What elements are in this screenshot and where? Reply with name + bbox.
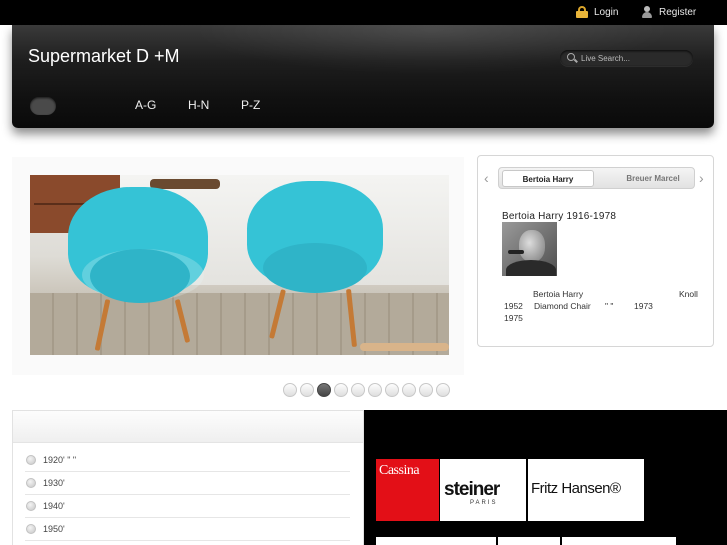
circle-icon [26, 455, 36, 465]
brand-logo-partial[interactable] [562, 537, 676, 545]
info-product: Diamond Chair [534, 301, 591, 311]
circle-icon [26, 524, 36, 534]
slider-dot[interactable] [317, 383, 331, 397]
list-item[interactable]: 1930' [25, 472, 350, 495]
brand-name: Fritz Hansen® [531, 480, 621, 497]
brand-logo-partial[interactable] [376, 537, 496, 545]
info-year: 1952 [504, 301, 523, 311]
top-bar: Login Register [0, 0, 727, 25]
slide-image[interactable] [30, 175, 449, 355]
slider-dot[interactable] [334, 383, 348, 397]
tab-breuer-marcel[interactable]: Breuer Marcel [613, 170, 693, 187]
era-list-panel: 1920' " " 1930' 1940' 1950' [12, 410, 364, 545]
chevron-left-icon[interactable]: ‹ [484, 170, 489, 186]
designer-portrait [502, 222, 557, 276]
designer-tabs: Bertoia Harry Breuer Marcel [498, 167, 695, 189]
chair-graphic [245, 181, 395, 351]
image-slider [12, 157, 464, 375]
era-label: 1940' [43, 501, 65, 511]
tab-bertoia-harry[interactable]: Bertoia Harry [502, 170, 594, 187]
era-label: 1930' [43, 478, 65, 488]
live-search[interactable] [560, 50, 693, 66]
login-label: Login [594, 6, 619, 18]
slider-pagination [283, 383, 450, 397]
chevron-right-icon[interactable]: › [699, 170, 704, 186]
slider-dot[interactable] [385, 383, 399, 397]
info-year: 1973 [634, 301, 653, 311]
slider-dot[interactable] [368, 383, 382, 397]
brand-logo-partial[interactable] [498, 537, 560, 545]
info-company: Knoll [679, 289, 698, 299]
info-year: 1975 [504, 313, 523, 323]
user-icon [641, 6, 653, 18]
chair-graphic [60, 187, 210, 355]
designer-panel: ‹ › Bertoia Harry Breuer Marcel Bertoia … [477, 155, 714, 347]
brand-logo-cassina[interactable]: Cassina [376, 459, 439, 521]
nav-item-a-g[interactable]: A-G [135, 98, 156, 112]
register-link[interactable]: Register [641, 6, 696, 18]
list-item[interactable]: 1920' " " [25, 449, 350, 472]
brand-logo-steiner[interactable]: steiner PARIS [440, 459, 526, 521]
list-item[interactable]: 1950' [25, 518, 350, 541]
slider-dot[interactable] [283, 383, 297, 397]
info-name: Bertoia Harry [533, 289, 584, 299]
slider-dot[interactable] [351, 383, 365, 397]
nav-item-p-z[interactable]: P-Z [241, 98, 260, 112]
site-header: Supermarket D +M A-G H-N P-Z [12, 25, 714, 128]
brand-subtitle: PARIS [470, 500, 498, 506]
era-label: 1950' [43, 524, 65, 534]
designer-name: Bertoia Harry 1916-1978 [502, 211, 617, 222]
search-icon [567, 53, 575, 61]
list-item[interactable]: 1940' [25, 495, 350, 518]
home-button[interactable] [30, 97, 56, 115]
brand-name: Cassina [379, 463, 420, 478]
slider-dot[interactable] [436, 383, 450, 397]
slider-dot[interactable] [419, 383, 433, 397]
brand-logo-fritz-hansen[interactable]: Fritz Hansen® [528, 459, 644, 521]
slider-dot[interactable] [300, 383, 314, 397]
login-link[interactable]: Login [576, 6, 618, 18]
lock-icon [576, 6, 588, 18]
register-label: Register [659, 6, 697, 18]
panel-header [13, 411, 363, 443]
site-title[interactable]: Supermarket D +M [28, 46, 180, 67]
brands-panel: Cassina steiner PARIS Fritz Hansen® [364, 410, 727, 545]
search-input[interactable] [581, 51, 686, 65]
era-label: 1920' " " [43, 455, 77, 465]
circle-icon [26, 501, 36, 511]
nav-item-h-n[interactable]: H-N [188, 98, 209, 112]
slider-dot[interactable] [402, 383, 416, 397]
info-marks: " " [605, 301, 614, 311]
brand-name: steiner [444, 479, 500, 500]
circle-icon [26, 478, 36, 488]
